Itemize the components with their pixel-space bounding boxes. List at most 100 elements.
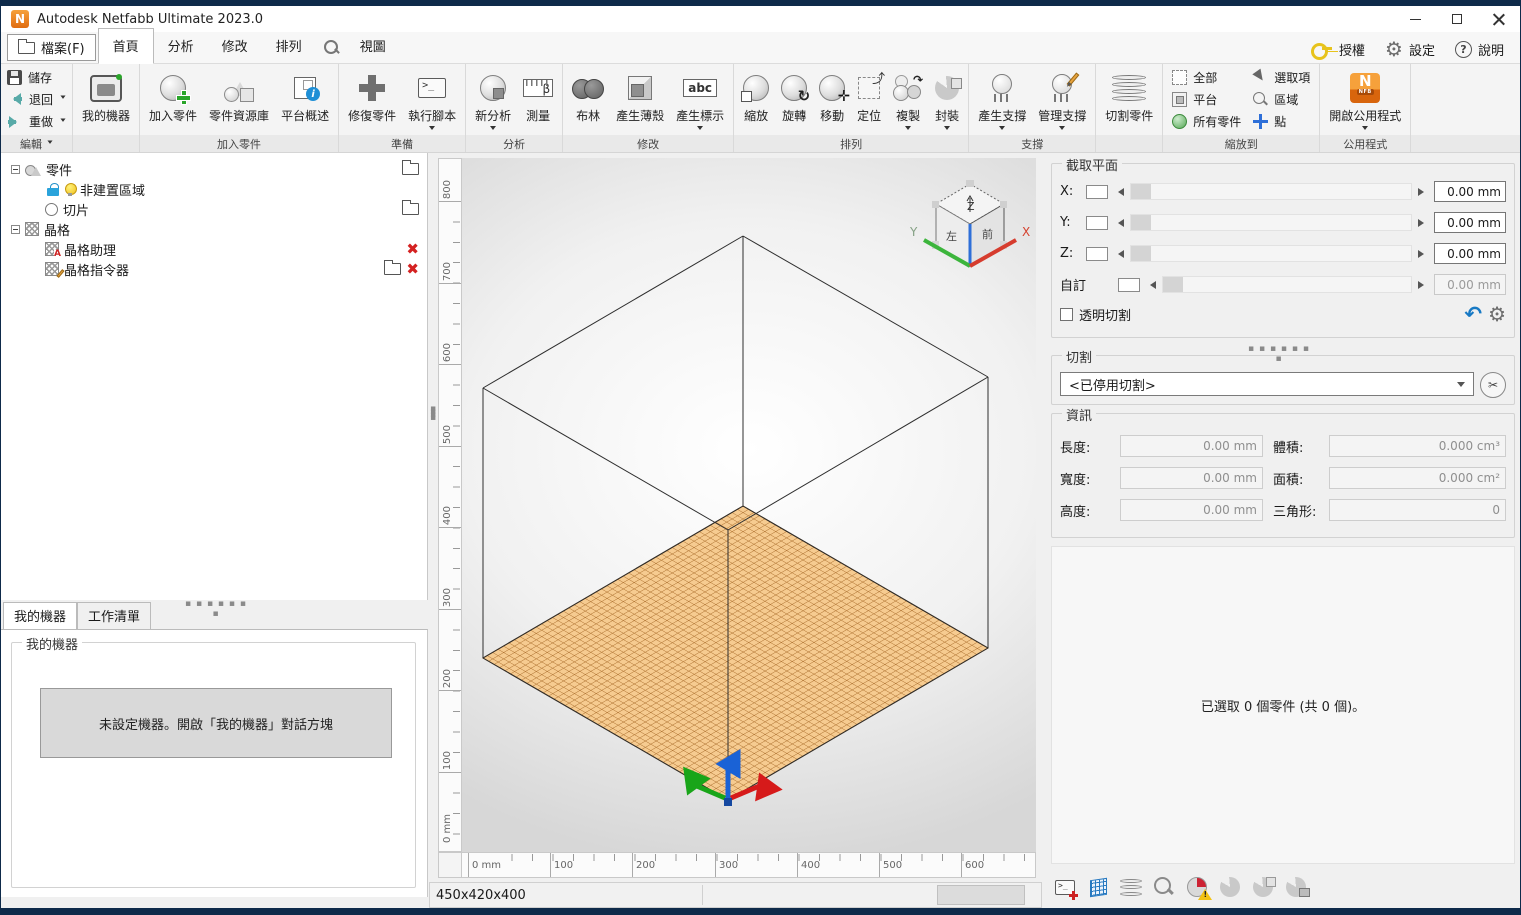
cut-part-button[interactable]: 切割零件 [1099,65,1159,134]
shell-open-button[interactable] [1249,873,1277,901]
help-button[interactable]: ? 說明 [1447,36,1512,63]
tab-worklist[interactable]: 工作清單 [77,602,151,629]
slider-left-arrow[interactable] [1114,250,1124,258]
manage-support-button[interactable]: 管理支撐 [1032,65,1092,134]
slider-left-arrow[interactable] [1114,188,1124,196]
chevron-down-icon[interactable] [1362,126,1368,133]
redo-button[interactable]: 重做 [7,113,66,130]
chevron-down-icon[interactable] [490,126,496,133]
clip-x-value[interactable]: 0.00 mm [1434,181,1506,202]
collapse-icon[interactable] [11,165,20,174]
open-folder-icon[interactable] [402,203,419,215]
no-machine-set-button[interactable]: 未設定機器。開啟「我的機器」對話方塊 [40,688,392,758]
duplicate-button[interactable]: ↷ 複製 [887,65,929,134]
tab-analysis[interactable]: 分析 [154,29,208,63]
open-folder-icon[interactable] [402,163,419,175]
open-folder-icon[interactable] [384,263,401,275]
generate-shell-button[interactable]: 產生薄殼 [610,65,670,134]
clip-x-checkbox[interactable] [1086,185,1108,199]
slider-left-arrow[interactable] [1146,281,1156,289]
clip-z-slider[interactable] [1130,245,1412,262]
close-button[interactable] [1478,6,1520,32]
clip-custom-slider[interactable] [1162,276,1412,293]
settings-button[interactable]: ⚙ 設定 [1377,35,1443,63]
clip-z-checkbox[interactable] [1086,247,1108,261]
chevron-down-icon[interactable] [999,126,1005,133]
slider-right-arrow[interactable] [1418,219,1428,227]
cut-mode-dropdown[interactable]: <已停用切割> [1060,372,1474,396]
file-menu-button[interactable]: 檔案(F) [7,34,96,61]
tree-item-lattice[interactable]: 晶格 [1,219,427,239]
generate-support-button[interactable]: 產生支撐 [972,65,1032,134]
add-part-button[interactable]: 加入零件 [143,65,203,134]
clip-custom-checkbox[interactable] [1118,278,1140,292]
rotate-button[interactable]: ↻ 旋轉 [775,65,813,134]
view-cube[interactable]: Z 左 前 Y X [906,170,1036,280]
slider-left-arrow[interactable] [1114,219,1124,227]
tree-item-no-build-zone[interactable]: 非建置區域 [1,179,427,199]
bulb-icon[interactable] [64,183,75,196]
measure-button[interactable]: β 測量 [517,65,559,134]
execute-cut-button[interactable]: ✂ [1480,372,1506,398]
chevron-down-icon[interactable] [429,126,435,133]
scale-button[interactable]: 縮放 [737,65,775,134]
repair-part-button[interactable]: 修復零件 [342,65,402,134]
zoom-all-parts-button[interactable]: 所有零件 [1166,112,1247,131]
tree-item-lattice-assistant[interactable]: A 晶格助理 ✖ [1,239,427,259]
clip-y-checkbox[interactable] [1086,216,1108,230]
clipping-settings-button[interactable]: ⚙ [1488,304,1506,324]
slider-right-arrow[interactable] [1418,250,1428,258]
new-analysis-button[interactable]: 新分析 [469,65,517,134]
tree-item-parts[interactable]: 零件 [1,159,427,179]
zoom-search-button[interactable] [1150,873,1178,901]
platform-overview-button[interactable]: i 平台概述 [275,65,335,134]
chevron-down-icon[interactable] [1059,126,1065,133]
minimize-button[interactable] [1394,6,1436,32]
tab-home[interactable]: 首頁 [98,28,154,64]
delete-icon[interactable]: ✖ [406,262,419,277]
reset-clipping-button[interactable]: ↶ [1464,304,1482,325]
maximize-button[interactable] [1436,6,1478,32]
clip-y-value[interactable]: 0.00 mm [1434,212,1506,233]
position-button[interactable]: 定位 [851,65,887,134]
generate-mark-button[interactable]: abc 產生標示 [670,65,730,134]
zoom-platform-button[interactable]: 平台 [1166,90,1247,109]
viewport-3d[interactable]: Z 左 前 Y X [462,158,1036,852]
clip-x-slider[interactable] [1130,183,1412,200]
new-script-button[interactable]: >_ [1051,873,1079,901]
chevron-down-icon[interactable] [697,126,703,133]
save-button[interactable]: 儲存 [7,69,66,86]
chevron-down-icon[interactable] [60,118,65,124]
zoom-region-button[interactable]: 區域 [1247,90,1316,109]
undo-button[interactable]: 退回 [7,91,66,108]
slider-thumb[interactable] [1131,215,1151,230]
transparent-cut-checkbox[interactable] [1060,308,1073,321]
slider-thumb[interactable] [1131,184,1151,199]
open-utility-button[interactable]: NNFB 開啟公用程式 [1323,65,1407,134]
tab-arrange[interactable]: 排列 [262,29,316,63]
license-button[interactable]: 授權 [1303,36,1373,63]
search-button[interactable] [316,35,346,63]
tree-item-lattice-commander[interactable]: 晶格指令器 ✖ [1,259,427,279]
group-label-edit[interactable]: 編輯 [1,135,72,152]
zoom-selection-button[interactable]: 選取項 [1247,68,1316,87]
chevron-down-icon[interactable] [905,126,911,133]
tab-my-machines[interactable]: 我的機器 [3,602,77,629]
boolean-button[interactable]: 布林 [566,65,610,134]
shell-button[interactable] [1216,873,1244,901]
run-script-button[interactable]: >_ 執行腳本 [402,65,462,134]
tab-modify[interactable]: 修改 [208,29,262,63]
clip-y-slider[interactable] [1130,214,1412,231]
lattice-grid-button[interactable] [1084,873,1112,901]
chevron-down-icon[interactable] [944,126,950,133]
slider-right-arrow[interactable] [1418,188,1428,196]
vertical-splitter[interactable]: ▪▪▪▪ [428,153,438,882]
analysis-warning-button[interactable] [1183,873,1211,901]
zoom-point-button[interactable]: 點 [1247,112,1316,131]
lock-icon[interactable] [47,183,59,196]
my-machines-button[interactable]: 我的機器 [76,65,136,134]
zoom-all-button[interactable]: 全部 [1166,68,1247,87]
clip-z-value[interactable]: 0.00 mm [1434,243,1506,264]
pack-button[interactable]: 封裝 [929,65,965,134]
slider-thumb[interactable] [1131,246,1151,261]
